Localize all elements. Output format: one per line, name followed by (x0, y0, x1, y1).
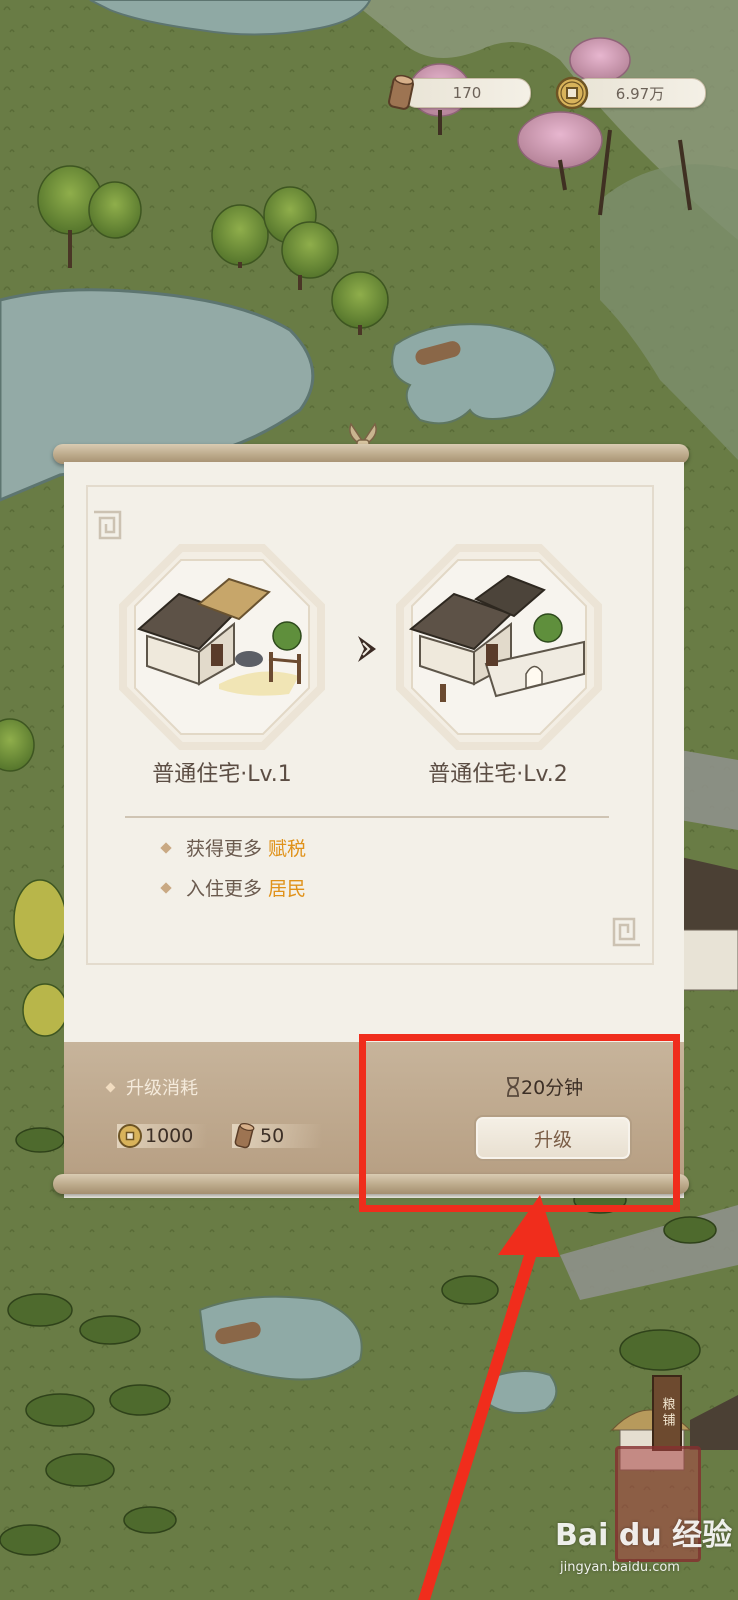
section-divider (125, 816, 609, 818)
next-building-preview (396, 544, 602, 750)
wood-cost-value: 50 (260, 1125, 285, 1147)
diamond-bullet-icon (160, 841, 172, 854)
next-building-name: 普通住宅·Lv.2 (388, 756, 608, 788)
current-building-preview (119, 544, 325, 750)
cost-title-text: 升级消耗 (126, 1078, 198, 1099)
baidu-watermark-logo: Bai du 经验 (555, 1518, 733, 1553)
diamond-bullet-icon (105, 1082, 116, 1092)
diamond-bullet-icon (160, 881, 172, 894)
granary-shop-label: 粮铺 (659, 1397, 675, 1429)
annotation-highlight-box (359, 1034, 680, 1212)
corner-ornament-bottom-right (612, 917, 640, 947)
perk-highlight: 赋税 (268, 838, 307, 860)
wood-log-icon (234, 1123, 255, 1149)
coin-cost: 1000 (117, 1122, 207, 1150)
baidu-watermark-url: jingyan.baidu.com (560, 1560, 680, 1575)
annotation-arrow-icon (418, 1195, 560, 1600)
current-building-name: 普通住宅·Lv.1 (112, 756, 332, 788)
coin-amount: 6.97万 (615, 84, 665, 103)
perk-text: 入住更多 (186, 878, 263, 900)
granary-shop-sign[interactable]: 粮铺 (652, 1375, 682, 1451)
corner-ornament-top-left (94, 510, 122, 540)
current-building-level: ·Lv.1 (240, 762, 292, 787)
perk-text: 获得更多 (186, 838, 263, 860)
coin-cost-value: 1000 (145, 1125, 194, 1147)
perk-item: 入住更多 居民 (160, 874, 307, 901)
copper-coin-icon (118, 1124, 142, 1148)
wood-amount: 170 (452, 84, 482, 102)
copper-coin-icon (555, 76, 589, 110)
perk-item: 获得更多 赋税 (160, 834, 307, 861)
scroll-top-rod (53, 444, 689, 464)
coin-counter: 6.97万 (574, 78, 706, 108)
wood-log-icon (388, 74, 414, 110)
arrow-right-icon (358, 636, 376, 662)
next-building-level: ·Lv.2 (516, 762, 568, 787)
next-building-type: 普通住宅 (428, 762, 517, 787)
wood-cost: 50 (232, 1122, 322, 1150)
perk-highlight: 居民 (268, 878, 307, 900)
cost-title: 升级消耗 (105, 1074, 198, 1100)
current-building-type: 普通住宅 (152, 762, 241, 787)
